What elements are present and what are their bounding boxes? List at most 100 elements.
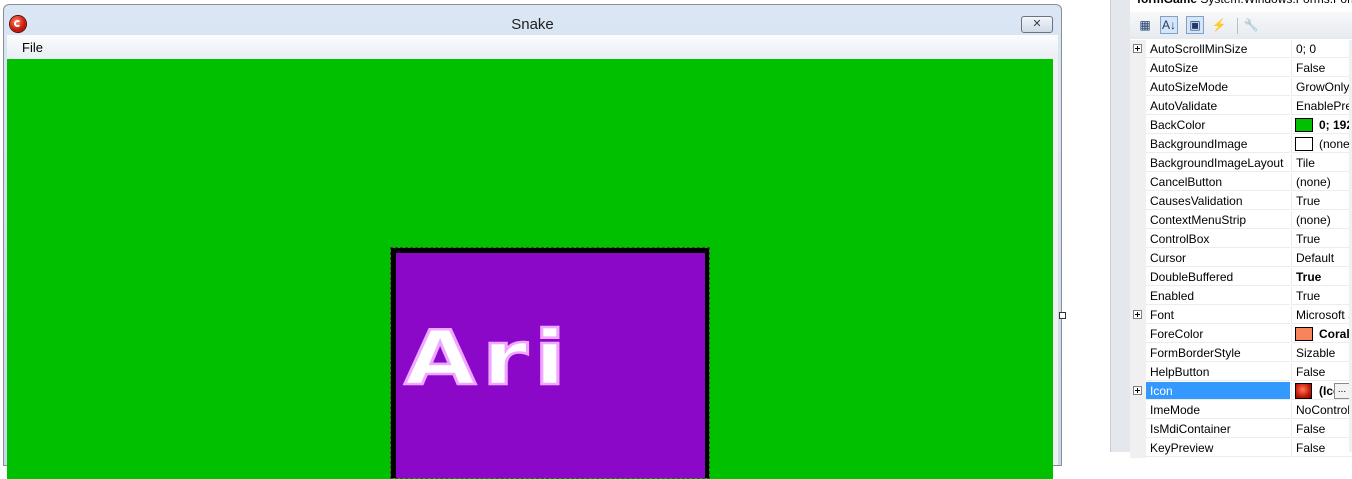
- property-row[interactable]: Cursor Default: [1130, 249, 1352, 268]
- property-row[interactable]: BackColor 0; 192; 0: [1130, 116, 1352, 135]
- icon-preview-icon: [1295, 383, 1312, 399]
- property-value[interactable]: NoControl: [1291, 401, 1352, 419]
- property-value[interactable]: 0; 0: [1291, 40, 1352, 58]
- property-value[interactable]: False: [1291, 439, 1352, 457]
- property-value-text: False: [1296, 441, 1326, 455]
- property-name[interactable]: ImeMode: [1146, 401, 1290, 419]
- property-value[interactable]: Sizable: [1291, 344, 1352, 362]
- property-value-text: (none): [1296, 175, 1331, 189]
- property-row[interactable]: DoubleBuffered True: [1130, 268, 1352, 287]
- property-name[interactable]: BackColor: [1146, 116, 1290, 134]
- property-value-text: Tile: [1296, 156, 1315, 170]
- alphabetical-icon[interactable]: A↓: [1160, 16, 1178, 34]
- property-row[interactable]: BackgroundImage (none): [1130, 135, 1352, 154]
- property-name[interactable]: ForeColor: [1146, 325, 1290, 343]
- property-name[interactable]: DoubleBuffered: [1146, 268, 1290, 286]
- expand-plus-icon[interactable]: [1133, 386, 1142, 395]
- property-row[interactable]: ControlBox True: [1130, 230, 1352, 249]
- property-value[interactable]: Coral: [1291, 325, 1352, 343]
- form-window[interactable]: Snake ✕ File Ari: [3, 4, 1062, 479]
- property-value[interactable]: True: [1291, 192, 1352, 210]
- property-value-text: True: [1296, 232, 1321, 246]
- property-name[interactable]: Cursor: [1146, 249, 1290, 267]
- panel-splitter[interactable]: [1110, 0, 1130, 452]
- property-row[interactable]: IsMdiContainer False: [1130, 420, 1352, 439]
- color-swatch: [1295, 137, 1313, 151]
- property-row-gutter: [1130, 154, 1146, 173]
- properties-icon[interactable]: ▣: [1186, 16, 1204, 34]
- property-value[interactable]: True: [1291, 287, 1352, 305]
- game-area[interactable]: Ari: [7, 59, 1053, 479]
- property-name[interactable]: AutoValidate: [1146, 97, 1290, 115]
- property-value[interactable]: EnablePreventFocusChange: [1291, 97, 1352, 115]
- property-value[interactable]: (none): [1291, 135, 1352, 153]
- color-swatch: [1295, 118, 1313, 132]
- property-row-gutter: [1130, 192, 1146, 211]
- property-pages-icon[interactable]: 🔧: [1242, 16, 1260, 34]
- property-value[interactable]: True: [1291, 268, 1352, 286]
- property-row[interactable]: ImeMode NoControl: [1130, 401, 1352, 420]
- property-value-text: Sizable: [1296, 346, 1336, 360]
- resize-handle[interactable]: [1059, 312, 1066, 319]
- property-row[interactable]: ContextMenuStrip (none): [1130, 211, 1352, 230]
- picture-box-content: Ari: [396, 253, 705, 478]
- property-value[interactable]: False: [1291, 420, 1352, 438]
- property-row[interactable]: AutoSize False: [1130, 59, 1352, 78]
- property-value[interactable]: Microsoft Sans Serif: [1291, 306, 1352, 324]
- property-name[interactable]: Icon: [1146, 382, 1290, 400]
- ellipsis-button[interactable]: ...: [1334, 383, 1350, 399]
- property-name[interactable]: KeyPreview: [1146, 439, 1290, 457]
- property-row[interactable]: Enabled True: [1130, 287, 1352, 306]
- property-name[interactable]: IsMdiContainer: [1146, 420, 1290, 438]
- property-value[interactable]: GrowOnly: [1291, 78, 1352, 96]
- events-icon[interactable]: ⚡: [1210, 16, 1228, 34]
- property-name[interactable]: AutoSize: [1146, 59, 1290, 77]
- property-value[interactable]: (none): [1291, 173, 1352, 191]
- property-row[interactable]: HelpButton False: [1130, 363, 1352, 382]
- property-value[interactable]: (none): [1291, 211, 1352, 229]
- property-value-text: Default: [1296, 251, 1335, 265]
- picture-box[interactable]: Ari: [390, 247, 710, 479]
- property-row[interactable]: Icon(Icon)...: [1130, 382, 1352, 401]
- property-name[interactable]: HelpButton: [1146, 363, 1290, 381]
- property-row[interactable]: ForeColor Coral: [1130, 325, 1352, 344]
- property-value[interactable]: Tile: [1291, 154, 1352, 172]
- property-value[interactable]: Default: [1291, 249, 1352, 267]
- property-row[interactable]: CancelButton (none): [1130, 173, 1352, 192]
- property-name[interactable]: CancelButton: [1146, 173, 1290, 191]
- property-row[interactable]: AutoScrollMinSize 0; 0: [1130, 40, 1352, 59]
- expand-plus-icon[interactable]: [1133, 44, 1142, 53]
- property-row-gutter: [1130, 230, 1146, 249]
- property-value[interactable]: (Icon)...: [1291, 382, 1352, 400]
- property-name[interactable]: ContextMenuStrip: [1146, 211, 1290, 229]
- property-name[interactable]: BackgroundImageLayout: [1146, 154, 1290, 172]
- properties-object-selector[interactable]: formGame System.Windows.Forms.Form: [1130, 0, 1352, 6]
- property-value[interactable]: False: [1291, 59, 1352, 77]
- property-name[interactable]: AutoSizeMode: [1146, 78, 1290, 96]
- property-row-gutter: [1130, 325, 1146, 344]
- property-row[interactable]: Font Microsoft Sans Serif: [1130, 306, 1352, 325]
- property-value[interactable]: 0; 192; 0: [1291, 116, 1352, 134]
- property-name[interactable]: AutoScrollMinSize: [1146, 40, 1290, 58]
- property-name[interactable]: CausesValidation: [1146, 192, 1290, 210]
- categorized-icon[interactable]: ▦: [1136, 16, 1154, 34]
- property-name[interactable]: Enabled: [1146, 287, 1290, 305]
- property-name[interactable]: Font: [1146, 306, 1290, 324]
- property-row[interactable]: CausesValidation True: [1130, 192, 1352, 211]
- property-row[interactable]: AutoValidate EnablePreventFocusChange: [1130, 97, 1352, 116]
- property-row[interactable]: FormBorderStyle Sizable: [1130, 344, 1352, 363]
- property-value[interactable]: False: [1291, 363, 1352, 381]
- property-name[interactable]: ControlBox: [1146, 230, 1290, 248]
- title-bar[interactable]: Snake ✕: [4, 5, 1061, 35]
- property-row[interactable]: KeyPreview False: [1130, 439, 1352, 458]
- property-row[interactable]: AutoSizeMode GrowOnly: [1130, 78, 1352, 97]
- property-name[interactable]: BackgroundImage: [1146, 135, 1290, 153]
- menu-item-file[interactable]: File: [22, 40, 43, 55]
- property-value-text: Coral: [1319, 327, 1350, 341]
- property-row[interactable]: BackgroundImageLayout Tile: [1130, 154, 1352, 173]
- property-row-gutter: [1130, 59, 1146, 78]
- property-name[interactable]: FormBorderStyle: [1146, 344, 1290, 362]
- close-button[interactable]: ✕: [1021, 16, 1053, 33]
- property-value[interactable]: True: [1291, 230, 1352, 248]
- expand-plus-icon[interactable]: [1133, 310, 1142, 319]
